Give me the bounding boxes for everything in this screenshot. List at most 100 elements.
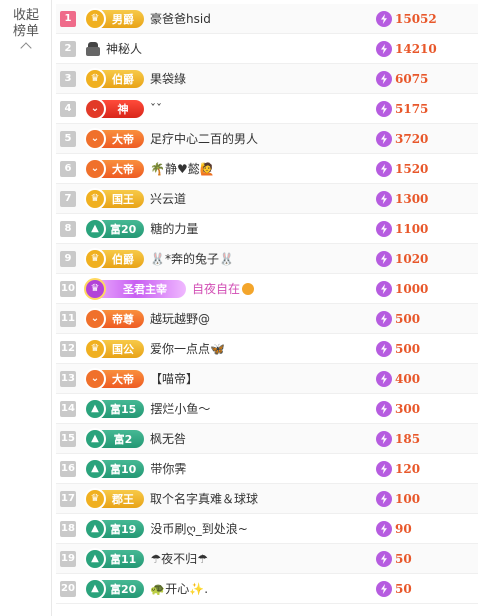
- user-name-text: 自夜自在: [192, 282, 241, 296]
- contribution-score: 500: [376, 310, 420, 328]
- ranking-row[interactable]: 5 ⌄ 大帝 足疗中心二百的男人 3720: [56, 124, 478, 154]
- score-value: 500: [395, 342, 421, 356]
- user-name[interactable]: 取个名字真难＆球球: [150, 490, 478, 507]
- rank-number: 5: [60, 130, 76, 147]
- score-value: 50: [395, 552, 412, 566]
- level-badge: ▲ 富19: [84, 517, 145, 540]
- ranking-row[interactable]: 7 ♛ 国王 兴云道 1300: [56, 184, 478, 214]
- lightning-coin-icon: [376, 311, 392, 327]
- ranking-row[interactable]: 2 神秘人 14210: [56, 34, 478, 64]
- contribution-score: 1020: [376, 250, 428, 268]
- level-badge: ⌄ 大帝: [84, 367, 144, 390]
- badge-label: 帝尊: [112, 312, 134, 326]
- ranking-row[interactable]: 17 ♛ 郡王 取个名字真难＆球球 100: [56, 484, 478, 514]
- contribution-score: 1000: [376, 280, 428, 298]
- user-name[interactable]: 带你霁: [150, 460, 478, 477]
- badge-label: 大帝: [112, 372, 134, 386]
- user-name[interactable]: 🐢开心✨.: [150, 580, 478, 597]
- badge-label: 伯爵: [112, 72, 134, 86]
- ranking-row[interactable]: 4 ⌄ 神 ˇˇ 5175: [56, 94, 478, 124]
- score-value: 5175: [395, 102, 429, 116]
- user-name[interactable]: ☂夜不归☂: [150, 550, 478, 567]
- ranking-row[interactable]: 16 ▲ 富10 带你霁 120: [56, 454, 478, 484]
- ranking-row[interactable]: 19 ▲ 富11 ☂夜不归☂ 50: [56, 544, 478, 574]
- score-value: 1520: [395, 162, 429, 176]
- contribution-score: 500: [376, 340, 420, 358]
- ranking-row[interactable]: 13 ⌄ 大帝 【喵帝】 400: [56, 364, 478, 394]
- badge-label: 富15: [110, 402, 137, 416]
- user-name[interactable]: 🐰*奔的兔子🐰: [150, 250, 478, 267]
- user-name[interactable]: 果袋綠: [150, 70, 478, 87]
- badge-label: 大帝: [112, 132, 134, 146]
- level-badge: ♛ 国王: [84, 187, 144, 210]
- ranking-row[interactable]: 15 ▲ 富2 枫无咎 185: [56, 424, 478, 454]
- lightning-coin-icon: [376, 251, 392, 267]
- contribution-score: 6075: [376, 70, 428, 88]
- lightning-coin-icon: [376, 431, 392, 447]
- ranking-row[interactable]: 20 ▲ 富20 🐢开心✨. 50: [56, 574, 478, 604]
- lightning-coin-icon: [376, 41, 392, 57]
- level-badge: ⌄ 帝尊: [84, 307, 144, 330]
- badge-emblem-icon: ⌄: [84, 157, 106, 180]
- level-badge: ▲ 富2: [84, 427, 144, 450]
- user-name[interactable]: 爱你一点点🦋: [150, 340, 478, 357]
- level-badge: ▲ 富15: [84, 397, 145, 420]
- user-name[interactable]: 足疗中心二百的男人: [150, 130, 478, 147]
- badge-emblem-icon: ⌄: [84, 127, 106, 150]
- badge-emblem-icon: ▲: [84, 427, 106, 450]
- ranking-row[interactable]: 10 ♛ 圣君主宰 自夜自在 1000: [56, 274, 478, 304]
- level-badge: ▲ 富20: [84, 217, 145, 240]
- lightning-coin-icon: [376, 341, 392, 357]
- user-name[interactable]: 摆烂小鱼～: [150, 400, 478, 417]
- rank-number: 3: [60, 70, 76, 87]
- ranking-row[interactable]: 9 ♛ 伯爵 🐰*奔的兔子🐰 1020: [56, 244, 478, 274]
- rank-number: 12: [60, 340, 76, 357]
- lightning-coin-icon: [376, 581, 392, 597]
- ranking-row[interactable]: 6 ⌄ 大帝 🌴静♥懿🙋 1520: [56, 154, 478, 184]
- ranking-row[interactable]: 12 ♛ 国公 爱你一点点🦋 500: [56, 334, 478, 364]
- badge-emblem-icon: ♛: [84, 277, 106, 300]
- lightning-coin-icon: [376, 491, 392, 507]
- rank-number: 11: [60, 310, 76, 327]
- badge-emblem-icon: ♛: [84, 67, 106, 90]
- ranking-row[interactable]: 3 ♛ 伯爵 果袋綠 6075: [56, 64, 478, 94]
- user-name[interactable]: 糖的力量: [150, 220, 478, 237]
- ranking-row[interactable]: 8 ▲ 富20 糖的力量 1100: [56, 214, 478, 244]
- lightning-coin-icon: [376, 101, 392, 117]
- badge-label: 富19: [110, 522, 137, 536]
- score-value: 15052: [395, 12, 437, 26]
- collapse-ranking-button[interactable]: 收起 榜单: [6, 8, 46, 54]
- ranking-row[interactable]: 11 ⌄ 帝尊 越玩越野@ 500: [56, 304, 478, 334]
- badge-emblem-icon: ♛: [84, 247, 106, 270]
- ranking-row[interactable]: 14 ▲ 富15 摆烂小鱼～ 300: [56, 394, 478, 424]
- user-name-text: 枫无咎: [150, 432, 187, 446]
- user-name-text: 糖的力量: [150, 222, 199, 236]
- ranking-row[interactable]: 1 ♛ 男爵 豪爸爸hsid 15052: [56, 4, 478, 34]
- level-badge: ⌄ 大帝: [84, 157, 144, 180]
- user-name[interactable]: 越玩越野@: [150, 310, 478, 327]
- contribution-score: 400: [376, 370, 420, 388]
- level-badge: ♛ 伯爵: [84, 247, 144, 270]
- badge-label: 富11: [110, 552, 137, 566]
- user-name[interactable]: 【喵帝】: [150, 370, 478, 387]
- score-value: 1020: [395, 252, 429, 266]
- user-name-text: 🐢开心✨.: [150, 582, 209, 596]
- user-name[interactable]: 🌴静♥懿🙋: [150, 160, 478, 177]
- user-name[interactable]: 兴云道: [150, 190, 478, 207]
- contribution-score: 90: [376, 520, 412, 538]
- user-name[interactable]: 枫无咎: [150, 430, 478, 447]
- user-name-text: 果袋綠: [150, 72, 187, 86]
- rank-number: 18: [60, 520, 76, 537]
- badge-emblem-icon: ⌄: [84, 367, 106, 390]
- user-name[interactable]: ˇˇ: [150, 102, 478, 116]
- contribution-score: 3720: [376, 130, 428, 148]
- score-value: 1100: [395, 222, 429, 236]
- badge-emblem-icon: ⌄: [84, 97, 106, 120]
- level-badge: ▲ 富11: [84, 547, 145, 570]
- lightning-coin-icon: [376, 221, 392, 237]
- badge-emblem-icon: ▲: [84, 457, 106, 480]
- user-name[interactable]: 自夜自在: [192, 280, 478, 297]
- badge-emblem-icon: ♛: [84, 487, 106, 510]
- user-name[interactable]: 没币刷ღ_到处浪~: [150, 520, 478, 537]
- ranking-row[interactable]: 18 ▲ 富19 没币刷ღ_到处浪~ 90: [56, 514, 478, 544]
